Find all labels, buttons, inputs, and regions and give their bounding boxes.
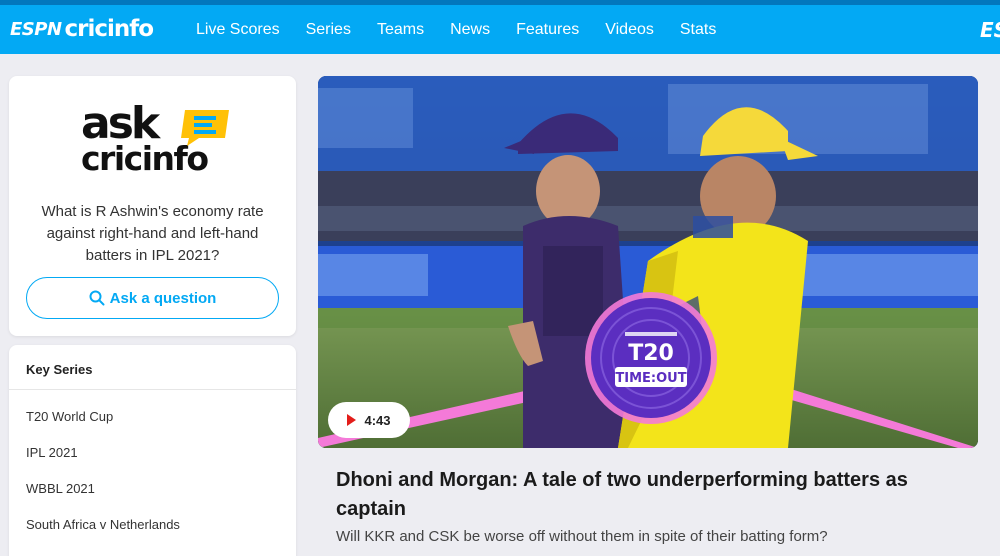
hero-image: T20 TIME:OUT: [318, 76, 978, 448]
article-summary: Will KKR and CSK be worse off without th…: [336, 528, 828, 545]
series-item-t20-world-cup[interactable]: T20 World Cup: [26, 409, 113, 424]
top-navigation-bar: ESPN cricinfo Live Scores Series Teams N…: [0, 5, 1000, 54]
ask-logo-word: ask: [81, 98, 160, 149]
espn-logo-partial[interactable]: ESPN: [980, 21, 1000, 39]
speech-bubble-icon: [181, 110, 229, 146]
video-duration: 4:43: [364, 412, 391, 428]
video-duration-pill[interactable]: 4:43: [328, 402, 410, 438]
nav-series[interactable]: Series: [306, 21, 351, 39]
nav-stats[interactable]: Stats: [680, 21, 716, 39]
nav-live-scores[interactable]: Live Scores: [196, 21, 280, 39]
badge-t20-text: T20: [628, 341, 674, 366]
badge-timeout-text: TIME:OUT: [615, 371, 686, 386]
ask-cricinfo-logo: ask cricinfo: [81, 98, 241, 178]
nav-news[interactable]: News: [450, 21, 490, 39]
search-icon: [89, 290, 105, 306]
divider: [9, 389, 296, 390]
hero-video-thumbnail[interactable]: T20 TIME:OUT 4:43: [318, 76, 978, 448]
ask-question-label: Ask a question: [109, 289, 217, 307]
play-icon: [347, 414, 357, 426]
espncricinfo-logo[interactable]: ESPN cricinfo: [10, 13, 155, 45]
key-series-card: Key Series T20 World Cup IPL 2021 WBBL 2…: [9, 345, 296, 556]
ask-question-button[interactable]: Ask a question: [26, 277, 279, 319]
ask-cricinfo-card: ask cricinfo What is R Ashwin's economy …: [9, 76, 296, 336]
nav-features[interactable]: Features: [516, 21, 579, 39]
nav-teams[interactable]: Teams: [377, 21, 424, 39]
key-series-title: Key Series: [26, 362, 93, 377]
ask-sample-question: What is R Ashwin's economy rate against …: [41, 203, 264, 264]
article-headline[interactable]: Dhoni and Morgan: A tale of two underper…: [336, 466, 976, 524]
series-item-south-africa-v-netherlands[interactable]: South Africa v Netherlands: [26, 517, 180, 532]
logo-espn-text: ESPN: [10, 18, 62, 40]
main-nav: Live Scores Series Teams News Features V…: [196, 5, 742, 54]
series-item-wbbl-2021[interactable]: WBBL 2021: [26, 481, 95, 496]
nav-videos[interactable]: Videos: [605, 21, 654, 39]
logo-cricinfo-text: cricinfo: [64, 16, 155, 42]
series-item-ipl-2021[interactable]: IPL 2021: [26, 445, 78, 460]
